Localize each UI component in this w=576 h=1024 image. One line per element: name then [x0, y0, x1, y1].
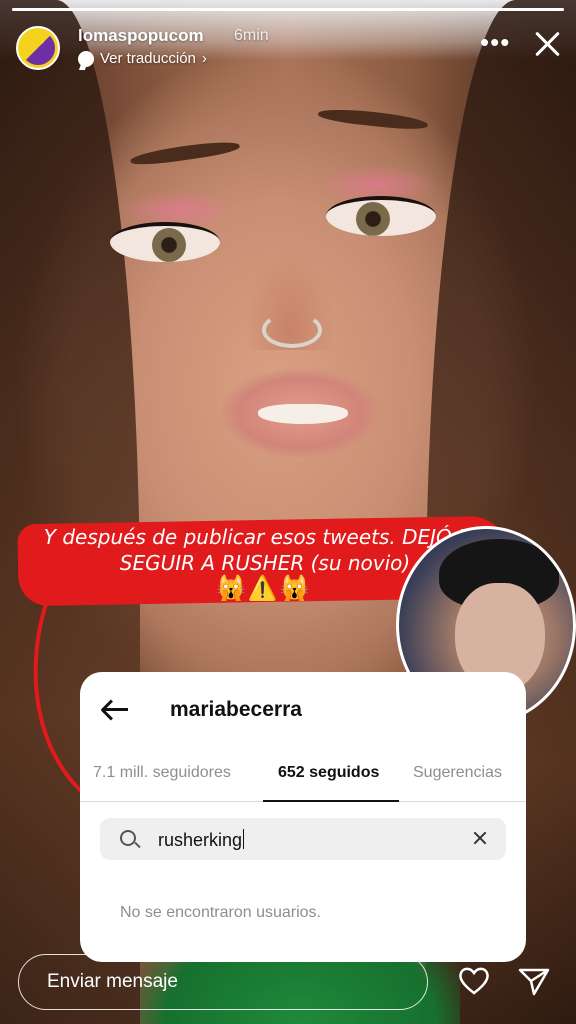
send-icon[interactable] — [518, 966, 550, 996]
story-progress-bar — [12, 8, 564, 11]
profile-name: mariabecerra — [170, 698, 302, 721]
face-eye-left — [110, 222, 220, 262]
tab-following[interactable]: 652 seguidos — [278, 764, 379, 782]
story-progress-fill — [12, 8, 564, 11]
follow-tabs: 7.1 mill. seguidores 652 seguidos Sugere… — [80, 754, 526, 802]
face-teeth — [258, 404, 348, 424]
caption-emojis: 🙀⚠️🙀 — [216, 575, 312, 602]
search-icon — [120, 830, 136, 846]
tab-active-underline — [263, 800, 399, 802]
story-header: lomaspopucom 6min Ver traducción › ••• — [16, 24, 564, 72]
translate-link[interactable]: Ver traducción › — [78, 50, 207, 67]
no-results-message: No se encontraron usuarios. — [120, 904, 321, 921]
face-brow-left — [129, 138, 241, 168]
message-placeholder: Enviar mensaje — [47, 971, 178, 992]
instagram-following-card: mariabecerra 7.1 mill. seguidores 652 se… — [80, 672, 526, 962]
more-icon[interactable]: ••• — [480, 29, 510, 55]
story-username[interactable]: lomaspopucom — [78, 26, 204, 46]
back-arrow-icon[interactable] — [100, 698, 130, 721]
close-icon[interactable] — [532, 28, 564, 60]
search-value[interactable]: rusherking — [158, 829, 245, 851]
search-input[interactable]: rusherking — [100, 818, 506, 860]
message-input[interactable]: Enviar mensaje — [18, 954, 428, 1010]
tab-followers[interactable]: 7.1 mill. seguidores — [93, 764, 231, 782]
face-septum-ring — [262, 312, 322, 348]
face-eye-right — [326, 196, 436, 236]
story-time: 6min — [234, 27, 269, 44]
chevron-right-icon: › — [201, 50, 207, 67]
avatar[interactable] — [16, 26, 60, 70]
face-brow-right — [317, 106, 429, 132]
translate-label: Ver traducción — [100, 50, 196, 67]
avatar-image — [21, 31, 55, 65]
heart-icon[interactable] — [458, 966, 490, 996]
translate-icon — [78, 50, 94, 67]
tab-suggestions[interactable]: Sugerencias — [413, 764, 502, 782]
clear-icon[interactable] — [472, 830, 488, 846]
